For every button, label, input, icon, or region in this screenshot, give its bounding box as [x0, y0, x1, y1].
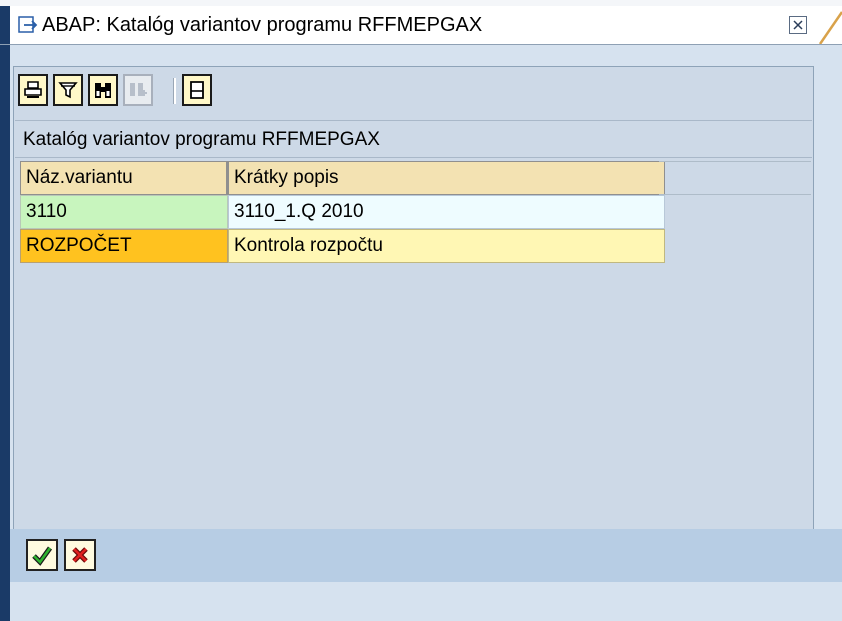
column-header-short-description[interactable]: Krátky popis	[228, 161, 665, 195]
variant-catalog-panel: Katalóg variantov programu RFFMEPGAX Náz…	[13, 66, 814, 549]
confirm-button[interactable]	[26, 539, 58, 571]
variant-description-cell[interactable]: 3110_1.Q 2010	[228, 195, 665, 229]
variant-name-cell[interactable]: ROZPOČET	[20, 229, 228, 263]
cancel-button[interactable]	[64, 539, 96, 571]
catalog-title: Katalóg variantov programu RFFMEPGAX	[15, 120, 812, 158]
table-header-row: Náz.variantu Krátky popis	[20, 161, 665, 195]
document-button[interactable]	[182, 74, 212, 106]
find-icon	[95, 83, 111, 98]
print-button[interactable]	[18, 74, 48, 106]
filter-button[interactable]	[53, 74, 83, 106]
window-title: ABAP: Katalóg variantov programu RFFMEPG…	[42, 14, 483, 36]
document-icon	[190, 81, 204, 99]
body-accent	[0, 45, 10, 621]
variant-name-cell[interactable]: 3110	[20, 195, 228, 229]
dialog-arrow-icon	[18, 16, 38, 33]
table-row[interactable]: 3110 3110_1.Q 2010	[20, 195, 665, 229]
cancel-x-icon	[72, 547, 88, 563]
dialog-window: ABAP: Katalóg variantov programu RFFMEPG…	[0, 6, 842, 621]
find-next-icon	[130, 83, 147, 96]
column-header-variant-name[interactable]: Náz.variantu	[20, 161, 228, 195]
header-row-extension	[659, 161, 811, 195]
dialog-footer	[10, 529, 842, 582]
close-button[interactable]	[789, 16, 807, 34]
toolbar-separator	[173, 78, 176, 104]
close-icon	[793, 20, 803, 30]
title-bar: ABAP: Katalóg variantov programu RFFMEPG…	[0, 6, 842, 45]
print-icon	[24, 81, 42, 98]
title-bar-accent	[0, 6, 10, 44]
find-button[interactable]	[88, 74, 118, 106]
checkmark-icon	[32, 546, 53, 566]
title-bar-corner-decoration	[818, 11, 842, 44]
filter-icon	[58, 82, 78, 99]
find-next-button[interactable]	[123, 74, 153, 106]
table-row[interactable]: ROZPOČET Kontrola rozpočtu	[20, 229, 665, 263]
variant-description-cell[interactable]: Kontrola rozpočtu	[228, 229, 665, 263]
